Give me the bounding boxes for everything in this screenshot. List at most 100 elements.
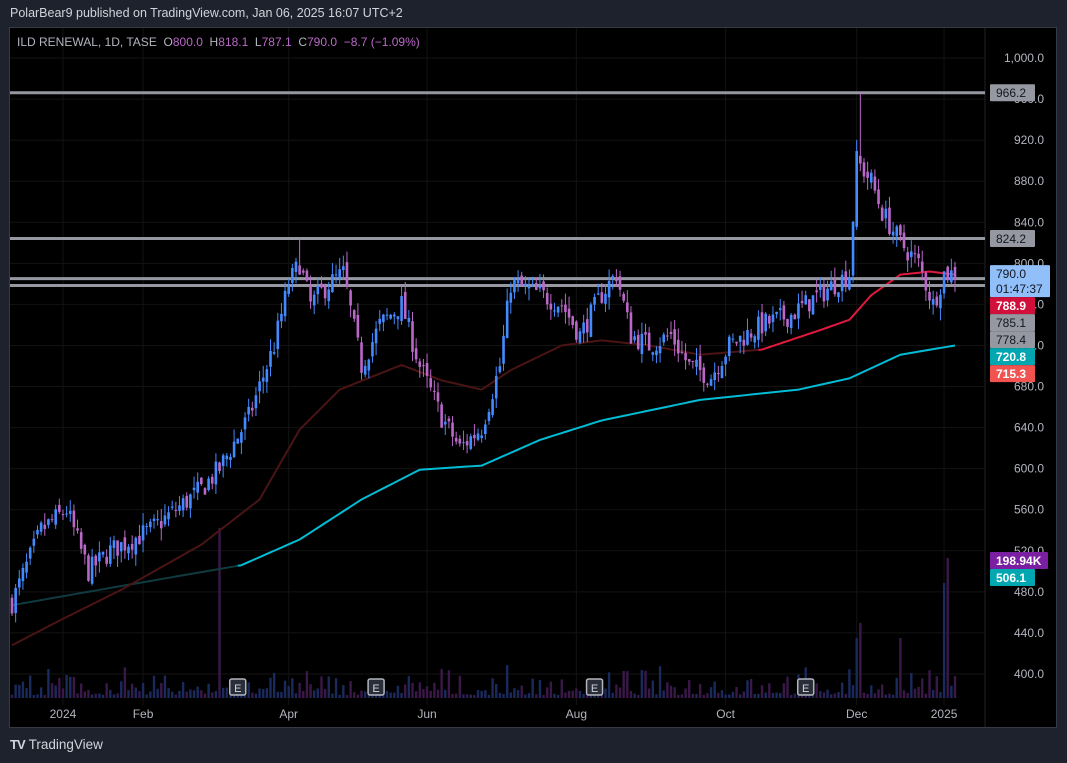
volume-bar xyxy=(451,693,454,698)
volume-bar xyxy=(695,693,698,698)
candle xyxy=(564,293,567,324)
candle-body xyxy=(112,540,116,549)
candle-body xyxy=(873,176,877,191)
candle-body xyxy=(808,299,811,312)
candle xyxy=(229,453,232,468)
candle-body xyxy=(906,252,909,261)
volume-bar xyxy=(888,693,891,698)
candle xyxy=(32,530,36,553)
candle xyxy=(593,293,596,312)
candle xyxy=(331,263,334,293)
candle-body xyxy=(443,421,447,425)
candle-body xyxy=(349,290,352,306)
candle xyxy=(691,360,695,369)
candle-body xyxy=(676,339,680,354)
candle-body xyxy=(717,373,720,375)
candle-body xyxy=(611,276,615,279)
candle-body xyxy=(564,304,567,313)
volume-bar xyxy=(338,694,341,698)
candle xyxy=(698,344,702,382)
candle xyxy=(345,251,349,290)
candle xyxy=(924,271,928,301)
candle xyxy=(538,273,542,293)
earnings-marker[interactable]: E xyxy=(228,678,247,696)
candle-body xyxy=(520,275,524,286)
volume-bar xyxy=(666,682,669,698)
candle xyxy=(498,357,502,374)
candle xyxy=(130,535,134,559)
candle xyxy=(334,264,338,284)
candle xyxy=(702,362,706,392)
candle-body xyxy=(866,171,869,178)
candle xyxy=(873,169,877,194)
candle xyxy=(866,161,869,190)
volume-bar xyxy=(134,687,137,698)
volume-bar xyxy=(684,688,687,698)
candle-body xyxy=(626,302,629,313)
volume-bar xyxy=(465,694,469,698)
candle-body xyxy=(127,546,130,554)
volume-bar xyxy=(389,692,392,698)
price-axis-label: 600.0 xyxy=(1014,462,1044,476)
candle xyxy=(25,553,28,579)
price-chart[interactable]: E E E E 2024 Feb Apr Jun Aug Oct Dec 2025 400.0 440.0… xyxy=(0,0,1067,763)
low-value: 787.1 xyxy=(261,35,292,49)
time-axis-label: Dec xyxy=(846,707,867,721)
candle-body xyxy=(924,272,928,291)
candle xyxy=(786,318,789,334)
earnings-marker[interactable]: E xyxy=(367,678,385,696)
candle xyxy=(626,290,629,319)
volume-bar xyxy=(921,678,924,698)
candle-body xyxy=(301,270,305,273)
earnings-marker[interactable]: E xyxy=(796,678,815,696)
candle-body xyxy=(757,316,760,340)
candle-body xyxy=(931,298,935,305)
candle xyxy=(240,429,243,455)
candle xyxy=(76,519,79,534)
candle-body xyxy=(68,510,72,514)
volume-bar xyxy=(538,680,542,698)
candle xyxy=(382,313,385,332)
candle xyxy=(251,401,254,417)
candle xyxy=(505,288,509,339)
volume-bar xyxy=(167,688,170,698)
earnings-label: E xyxy=(591,683,598,695)
candle xyxy=(768,314,771,329)
candle-body xyxy=(476,433,480,440)
candle-body xyxy=(735,341,738,344)
candle-body xyxy=(651,352,655,355)
volume-bar xyxy=(764,692,767,698)
candle xyxy=(109,536,112,567)
candle-body xyxy=(869,172,873,183)
candle-body xyxy=(429,378,433,388)
candle-body xyxy=(119,542,123,552)
volume-bar xyxy=(298,682,301,698)
candle-body xyxy=(258,381,261,392)
candle-body xyxy=(633,336,636,341)
volume-bar xyxy=(571,690,574,698)
volume-bar xyxy=(294,693,298,698)
candle xyxy=(210,473,214,490)
candle xyxy=(236,438,240,444)
candle-body xyxy=(407,317,411,322)
candle-body xyxy=(738,335,742,342)
volume-bar xyxy=(942,583,946,698)
candle-body xyxy=(480,435,483,439)
candle-body xyxy=(261,377,265,382)
candle-body xyxy=(447,418,451,422)
candle xyxy=(491,393,494,418)
candle-body xyxy=(174,509,178,511)
earnings-marker[interactable]: E xyxy=(585,678,604,696)
ma-slow-line xyxy=(237,344,956,567)
volume-bar xyxy=(513,688,516,698)
candle-body xyxy=(615,277,618,282)
volume-bar xyxy=(775,692,778,698)
candle xyxy=(655,346,658,364)
volume-bar xyxy=(385,690,389,698)
candle xyxy=(717,365,720,382)
volume-bar xyxy=(906,692,909,698)
volume-bar xyxy=(913,688,917,698)
volume-bar xyxy=(207,683,210,698)
candle xyxy=(418,358,422,378)
candle xyxy=(880,204,884,222)
